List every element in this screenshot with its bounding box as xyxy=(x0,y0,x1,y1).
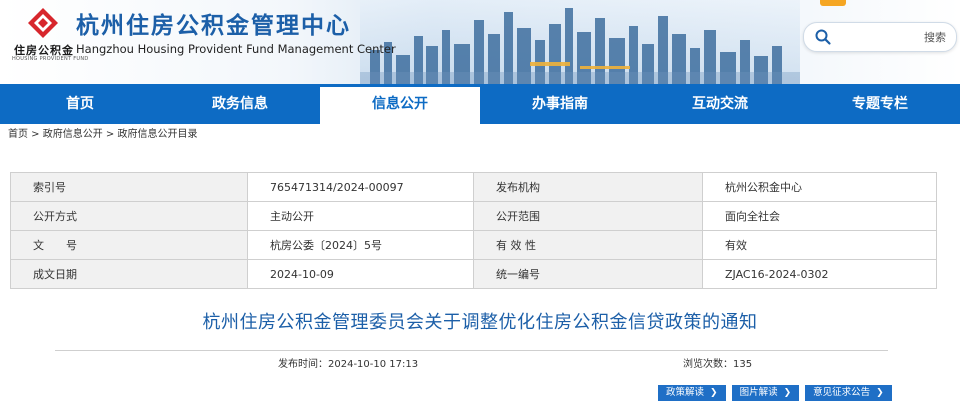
info-value: 有效 xyxy=(702,230,937,260)
search-icon[interactable] xyxy=(814,28,832,46)
document-info-table: 索引号 765471314/2024-00097 发布机构 杭州公积金中心 公开… xyxy=(10,172,937,289)
site-subtitle: Hangzhou Housing Provident Fund Manageme… xyxy=(76,42,396,56)
chevron-right-icon: ❯ xyxy=(783,388,792,398)
info-key: 文 号 xyxy=(10,230,248,260)
info-value: 杭州公积金中心 xyxy=(702,172,937,202)
info-key: 统一编号 xyxy=(473,259,703,289)
breadcrumb-gov-info[interactable]: 政府信息公开 xyxy=(43,129,103,140)
breadcrumb-catalog[interactable]: 政府信息公开目录 xyxy=(118,129,198,140)
table-row: 文 号 杭房公委〔2024〕5号 有 效 性 有效 xyxy=(10,230,937,260)
info-value: 2024-10-09 xyxy=(247,259,474,289)
info-key: 有 效 性 xyxy=(473,230,703,260)
nav-item-info-disclosure[interactable]: 信息公开 xyxy=(320,84,480,124)
document-actions: 政策解读 ❯ 图片解读 ❯ 意见征求公告 ❯ xyxy=(658,385,892,401)
info-value: ZJAC16-2024-0302 xyxy=(702,259,937,289)
breadcrumb-home[interactable]: 首页 xyxy=(8,129,28,140)
site-title: 杭州住房公积金管理中心 xyxy=(76,13,351,39)
info-key: 成文日期 xyxy=(10,259,248,289)
nav-item-special-topics[interactable]: 专题专栏 xyxy=(800,84,960,124)
info-value: 765471314/2024-00097 xyxy=(247,172,474,202)
graphic-interpretation-label: 图片解读 xyxy=(739,387,778,398)
divider xyxy=(55,350,888,351)
search-input[interactable] xyxy=(838,27,914,47)
search-box: 搜索 xyxy=(803,22,957,52)
nav-item-government-info[interactable]: 政务信息 xyxy=(160,84,320,124)
search-button[interactable]: 搜索 xyxy=(924,29,946,45)
document-title: 杭州住房公积金管理委员会关于调整优化住房公积金信贷政策的通知 xyxy=(202,312,758,333)
info-value: 面向全社会 xyxy=(702,201,937,231)
info-value: 杭房公委〔2024〕5号 xyxy=(247,230,474,260)
table-row: 成文日期 2024-10-09 统一编号 ZJAC16-2024-0302 xyxy=(10,259,937,289)
table-row: 公开方式 主动公开 公开范围 面向全社会 xyxy=(10,201,937,231)
public-comment-label: 意见征求公告 xyxy=(813,387,871,398)
site-header: 住房公积金 HOUSING PROVIDENT FUND 杭州住房公积金管理中心… xyxy=(0,0,960,84)
nav-item-interaction[interactable]: 互动交流 xyxy=(640,84,800,124)
chevron-right-icon: ❯ xyxy=(876,388,884,398)
breadcrumb: 首页 > 政府信息公开 > 政府信息公开目录 xyxy=(8,125,198,140)
main-nav: 首页 政务信息 信息公开 办事指南 互动交流 专题专栏 xyxy=(0,84,960,124)
logo-text-en: HOUSING PROVIDENT FUND xyxy=(12,56,89,62)
city-skyline-banner xyxy=(360,0,800,84)
accent-tab xyxy=(820,0,846,6)
graphic-interpretation-button[interactable]: 图片解读 ❯ xyxy=(731,385,800,401)
site-logo[interactable]: 住房公积金 HOUSING PROVIDENT FUND 杭州住房公积金管理中心… xyxy=(6,4,396,80)
chevron-right-icon: ❯ xyxy=(710,388,718,398)
table-row: 索引号 765471314/2024-00097 发布机构 杭州公积金中心 xyxy=(10,172,937,202)
info-key: 公开方式 xyxy=(10,201,248,231)
nav-item-service-guide[interactable]: 办事指南 xyxy=(480,84,640,124)
view-count: 浏览次数：135 xyxy=(683,359,753,370)
breadcrumb-separator: > xyxy=(28,129,43,140)
nav-item-home[interactable]: 首页 xyxy=(0,84,160,124)
breadcrumb-separator: > xyxy=(102,129,118,140)
house-logo-icon xyxy=(28,8,58,38)
info-key: 发布机构 xyxy=(473,172,703,202)
policy-interpretation-label: 政策解读 xyxy=(666,387,705,398)
info-value: 主动公开 xyxy=(247,201,474,231)
publish-time: 发布时间：2024-10-10 17:13 xyxy=(278,359,419,370)
info-key: 公开范围 xyxy=(473,201,703,231)
public-comment-button[interactable]: 意见征求公告 ❯ xyxy=(805,385,892,401)
policy-interpretation-button[interactable]: 政策解读 ❯ xyxy=(658,385,726,401)
info-key: 索引号 xyxy=(10,172,248,202)
